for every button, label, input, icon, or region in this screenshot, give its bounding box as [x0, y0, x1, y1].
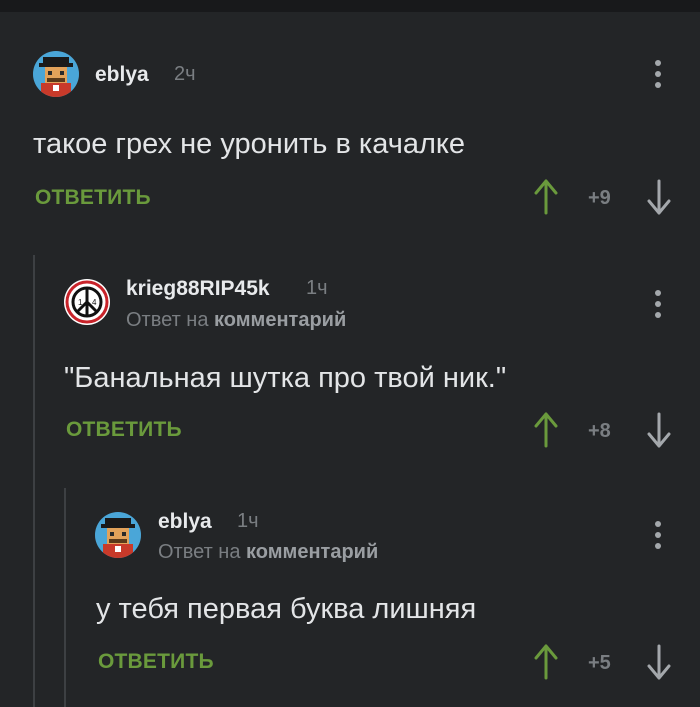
pixel-character-avatar-icon: [95, 512, 141, 558]
peace-sign-avatar-icon: 1 4: [65, 280, 109, 324]
reply-to-prefix: Ответ на: [126, 309, 215, 331]
upvote-arrow-icon[interactable]: [533, 179, 559, 215]
score: +5: [588, 652, 611, 674]
reply-to-prefix: Ответ на: [158, 541, 247, 563]
svg-text:1: 1: [78, 298, 83, 307]
pixel-character-avatar-icon: [33, 51, 79, 97]
thread-line-level-1[interactable]: [33, 255, 35, 707]
username[interactable]: eblya: [95, 63, 149, 87]
more-options-icon[interactable]: [654, 290, 662, 320]
downvote-arrow-icon[interactable]: [646, 412, 672, 448]
downvote-arrow-icon[interactable]: [646, 644, 672, 680]
reply-to-line: Ответ на комментарий: [158, 541, 378, 564]
avatar[interactable]: 1 4: [64, 279, 110, 325]
reply-to-comment-link[interactable]: комментарий: [214, 309, 346, 331]
reply-to-comment-link[interactable]: комментарий: [246, 541, 378, 563]
avatar[interactable]: [33, 51, 79, 97]
username[interactable]: eblya: [158, 510, 212, 534]
upvote-arrow-icon[interactable]: [533, 412, 559, 448]
thread-line-level-2[interactable]: [64, 488, 66, 707]
downvote-arrow-icon[interactable]: [646, 179, 672, 215]
timestamp: 2ч: [174, 63, 196, 85]
score: +9: [588, 187, 611, 209]
avatar[interactable]: [95, 512, 141, 558]
timestamp: 1ч: [237, 510, 259, 532]
more-options-icon[interactable]: [654, 60, 662, 90]
username[interactable]: krieg88RIP45k: [126, 277, 270, 301]
more-options-icon[interactable]: [654, 521, 662, 551]
score: +8: [588, 420, 611, 442]
reply-button[interactable]: ОТВЕТИТЬ: [35, 186, 151, 210]
comment-text: такое грех не уронить в качалке: [33, 128, 466, 160]
svg-text:4: 4: [92, 298, 97, 307]
comment-text: у тебя первая буква лишняя: [96, 593, 477, 625]
top-bar: [0, 0, 700, 12]
reply-to-line: Ответ на комментарий: [126, 309, 346, 332]
reply-button[interactable]: ОТВЕТИТЬ: [98, 650, 214, 674]
comment-text: "Банальная шутка про твой ник.": [64, 362, 507, 394]
upvote-arrow-icon[interactable]: [533, 644, 559, 680]
timestamp: 1ч: [306, 277, 328, 299]
reply-button[interactable]: ОТВЕТИТЬ: [66, 418, 182, 442]
